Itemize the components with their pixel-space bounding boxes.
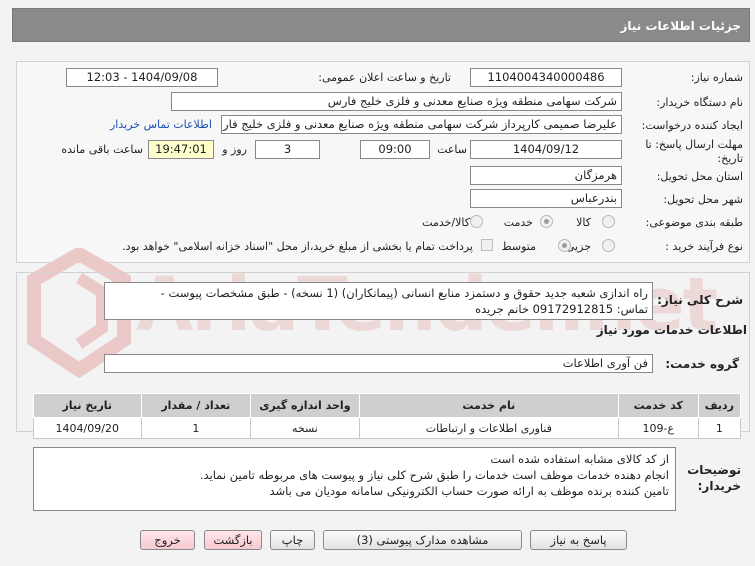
buyer-org-label: نام دستگاه خریدار: xyxy=(656,96,743,109)
table-row: 1 ع-109 فناوری اطلاعات و ارتباطات نسخه 1… xyxy=(33,417,742,439)
col-code-header: کد خدمت xyxy=(617,393,699,418)
need-number-field: 1104004340000486 xyxy=(470,68,622,87)
summary-line-1: راه اندازی شعبه جدید حقوق و دستمزد منابع… xyxy=(160,286,648,300)
category-label: طبقه بندی موضوعی: xyxy=(645,216,743,229)
print-button[interactable]: چاپ xyxy=(270,530,315,550)
reply-button[interactable]: پاسخ به نیاز xyxy=(530,530,627,550)
category-service-radio[interactable] xyxy=(540,215,553,228)
city-label: شهر محل تحویل: xyxy=(663,193,743,206)
process-label: نوع فرآیند خرید : xyxy=(665,240,743,253)
buyer-note-line: تامین کننده برنده موظف به ارائه صورت حسا… xyxy=(269,484,669,498)
process-minor-radio[interactable] xyxy=(602,239,615,252)
treasury-payment-checkbox[interactable] xyxy=(481,239,493,251)
need-number-label: شماره نیاز: xyxy=(690,71,743,84)
table-header-row: ردیف کد خدمت نام خدمت واحد اندازه گیری ت… xyxy=(33,393,742,418)
province-label: استان محل تحویل: xyxy=(656,170,743,183)
back-button[interactable]: بازگشت xyxy=(204,530,262,550)
cell-row: 1 xyxy=(697,417,742,439)
deadline-time-label: ساعت xyxy=(437,143,467,156)
deadline-time-field: 09:00 xyxy=(360,140,430,159)
category-option-goods-label: کالا xyxy=(576,216,591,229)
buyer-note-line: از کد کالای مشابه استفاده شده است xyxy=(490,452,669,466)
payment-note: پرداخت تمام یا بخشی از مبلغ خرید،از محل … xyxy=(122,240,473,253)
cell-unit: نسخه xyxy=(250,417,360,439)
category-option-both-label: کالا/خدمت xyxy=(422,216,470,229)
buyer-note-line: انجام دهنده خدمات موظف است خدمات را طبق … xyxy=(199,468,669,482)
summary-label: شرح کلی نیاز: xyxy=(657,293,743,307)
city-field: بندرعباس xyxy=(470,189,622,208)
col-date-header: تاریخ نیاز xyxy=(33,393,142,418)
buyer-contact-link[interactable]: اطلاعات تماس خریدار xyxy=(110,118,212,131)
exit-button[interactable]: خروج xyxy=(140,530,195,550)
cell-qty: 1 xyxy=(140,417,252,439)
summary-field: راه اندازی شعبه جدید حقوق و دستمزد منابع… xyxy=(104,282,653,320)
category-goods-radio[interactable] xyxy=(602,215,615,228)
announce-date-label: تاریخ و ساعت اعلان عمومی: xyxy=(318,71,451,84)
col-qty-header: تعداد / مقدار xyxy=(140,393,252,418)
deadline-label: مهلت ارسال پاسخ: تا تاریخ: xyxy=(645,138,743,165)
buyer-org-field: شرکت سهامی منطقه ویژه صنایع معدنی و فلزی… xyxy=(171,92,622,111)
category-both-radio[interactable] xyxy=(470,215,483,228)
cell-code: ع-109 xyxy=(617,417,699,439)
days-remaining-field: 3 xyxy=(255,140,320,159)
category-option-service-label: خدمت xyxy=(503,216,533,229)
requester-field: علیرضا صمیمی کارپرداز شرکت سهامی منطقه و… xyxy=(221,115,622,134)
service-group-field: فن آوری اطلاعات xyxy=(104,354,653,373)
services-table: ردیف کد خدمت نام خدمت واحد اندازه گیری ت… xyxy=(33,393,742,439)
announce-date-field: 1404/09/08 - 12:03 xyxy=(66,68,218,87)
service-group-label: گروه خدمت: xyxy=(665,357,739,371)
buyer-notes-field: از کد کالای مشابه استفاده شده است انجام … xyxy=(33,447,676,511)
deadline-date-field: 1404/09/12 xyxy=(470,140,622,159)
col-name-header: نام خدمت xyxy=(358,393,619,418)
col-unit-header: واحد اندازه گیری xyxy=(250,393,360,418)
attachments-button[interactable]: مشاهده مدارک پیوستی (3) xyxy=(323,530,522,550)
process-option-medium-label: متوسط xyxy=(501,240,536,253)
process-medium-radio[interactable] xyxy=(558,239,571,252)
services-section-title: اطلاعات خدمات مورد نیاز xyxy=(596,323,747,337)
col-row-header: ردیف xyxy=(697,393,742,418)
remaining-time-field: 19:47:01 xyxy=(148,140,214,159)
page-title: جزئیات اطلاعات نیاز xyxy=(12,8,750,42)
remaining-time-label: ساعت باقی مانده xyxy=(61,143,143,156)
days-label: روز و xyxy=(222,143,247,156)
cell-date: 1404/09/20 xyxy=(33,417,142,439)
summary-line-2: تماس: 09172912815 خانم جریده xyxy=(475,302,648,316)
buyer-notes-label: توضیحات خریدار: xyxy=(687,463,741,493)
requester-label: ایجاد کننده درخواست: xyxy=(641,119,743,132)
cell-name: فناوری اطلاعات و ارتباطات xyxy=(358,417,619,439)
province-field: هرمزگان xyxy=(470,166,622,185)
